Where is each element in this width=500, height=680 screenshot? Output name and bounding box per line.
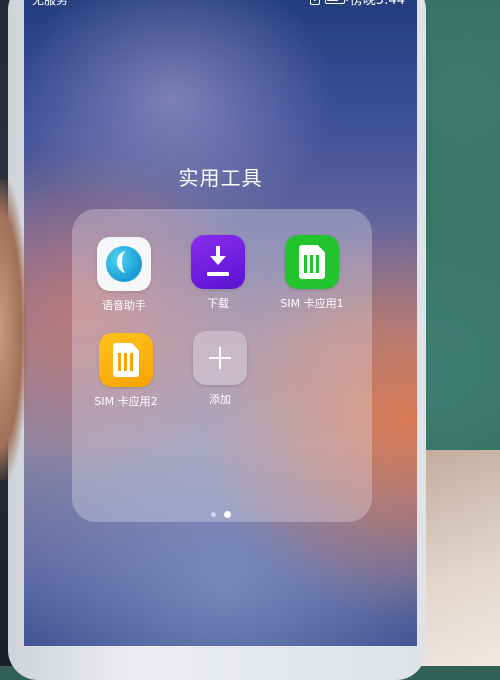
phone-body: 无服务 ! 傍晚5:44 实用工具 语音助手 [8, 0, 426, 680]
app-download[interactable]: 下载 [173, 235, 263, 311]
app-label: 语音助手 [102, 299, 146, 312]
sim-chip [304, 255, 320, 273]
app-add[interactable]: 添加 [175, 331, 265, 407]
app-sim-toolkit-1[interactable]: SIM 卡应用1 [267, 235, 357, 311]
plus-vertical [219, 347, 221, 369]
plus-icon[interactable] [193, 331, 247, 385]
app-label: 下载 [207, 297, 229, 310]
folder-title[interactable]: 实用工具 [24, 162, 417, 191]
sim-card-icon[interactable] [285, 235, 339, 289]
download-arrow-icon [210, 246, 226, 265]
download-tray-icon [207, 272, 229, 276]
battery-level [326, 0, 338, 1]
phone-screen: 无服务 ! 傍晚5:44 实用工具 语音助手 [24, 0, 417, 646]
hand [0, 180, 28, 480]
voice-assistant-wave [117, 251, 136, 273]
download-icon[interactable] [191, 235, 245, 289]
app-label: SIM 卡应用1 [280, 297, 344, 310]
app-label: 添加 [209, 393, 231, 406]
page-indicator[interactable] [24, 511, 417, 518]
sim-card-shape [299, 245, 325, 279]
status-indicators: ! 傍晚5:44 [309, 0, 405, 8]
battery-icon [324, 0, 348, 4]
status-bar: 无服务 ! 傍晚5:44 [24, 0, 417, 14]
app-label: SIM 卡应用2 [94, 395, 158, 408]
sim-alert-icon: ! [309, 0, 320, 5]
app-voice-assistant[interactable]: 语音助手 [79, 237, 169, 313]
app-sim-toolkit-2[interactable]: SIM 卡应用2 [81, 333, 171, 409]
voice-assistant-icon[interactable] [97, 237, 151, 291]
sim-card-shape [113, 343, 139, 377]
page-dot[interactable] [210, 512, 216, 517]
clock: 傍晚5:44 [349, 0, 405, 8]
sim-chip [118, 353, 134, 371]
carrier-text: 无服务 [32, 0, 69, 7]
sim-card-icon[interactable] [99, 333, 153, 387]
page-dot-active[interactable] [223, 511, 231, 518]
